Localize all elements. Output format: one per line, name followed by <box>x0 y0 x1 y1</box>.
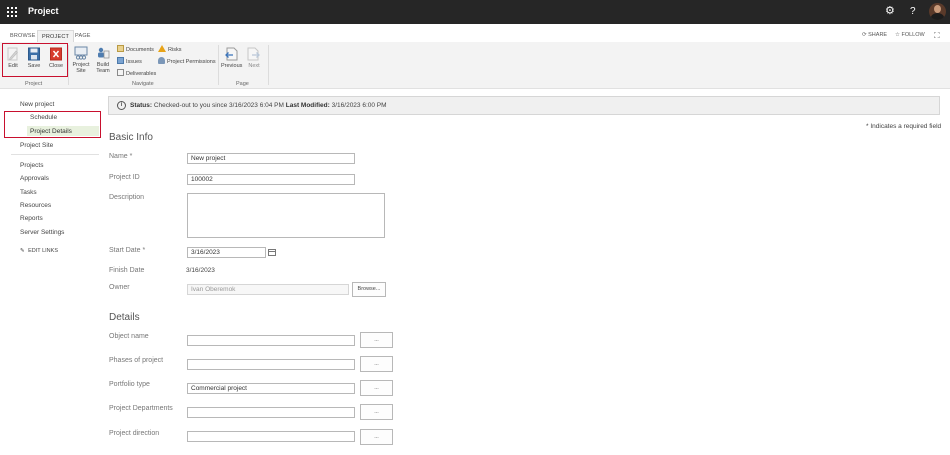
star-icon: ☆ <box>895 32 900 38</box>
build-team-icon <box>98 47 110 59</box>
description-textarea[interactable] <box>187 193 385 238</box>
nav-project-site[interactable]: Project Site <box>20 142 53 149</box>
phases-label: Phases of project <box>109 357 164 364</box>
nav-divider <box>11 154 99 155</box>
name-label: Name * <box>109 153 133 160</box>
status-bar: i Status: Checked-out to you since 3/16/… <box>108 96 940 115</box>
direction-label: Project direction <box>109 430 160 437</box>
nav-approvals[interactable]: Approvals <box>20 175 49 182</box>
start-date-label: Start Date * <box>109 247 146 254</box>
pencil-icon: ✎ <box>20 248 25 254</box>
portfolio-type-input[interactable]: Commercial project <box>187 383 355 394</box>
nav-reports[interactable]: Reports <box>20 215 43 222</box>
gear-icon[interactable]: ⚙ <box>885 6 895 17</box>
finish-date-label: Finish Date <box>109 267 145 274</box>
issues-button[interactable]: Issues <box>117 57 142 65</box>
description-label: Description <box>109 194 145 201</box>
highlight-frame-nav <box>4 111 101 138</box>
portfolio-type-label: Portfolio type <box>109 381 150 388</box>
object-name-label: Object name <box>109 333 149 340</box>
browse-button[interactable]: Browse... <box>352 282 386 297</box>
departments-picker-button[interactable]: ... <box>360 404 393 420</box>
tab-page[interactable]: PAGE <box>71 30 95 42</box>
object-name-picker-button[interactable]: ... <box>360 332 393 348</box>
ribbon-separator <box>68 45 69 85</box>
page-group-label: Page <box>236 81 249 87</box>
risks-button[interactable]: Risks <box>158 45 181 53</box>
warning-icon <box>158 45 166 52</box>
project-group-label: Project <box>25 81 43 87</box>
departments-input[interactable] <box>187 407 355 418</box>
ribbon-separator <box>268 45 269 85</box>
owner-input[interactable]: Ivan Oberemok <box>187 284 349 295</box>
tab-project[interactable]: PROJECT <box>37 30 75 42</box>
project-permissions-button[interactable]: Project Permissions <box>158 57 216 65</box>
help-icon[interactable]: ? <box>910 6 916 17</box>
next-button[interactable]: Next <box>246 47 262 69</box>
basic-info-heading: Basic Info <box>109 132 153 143</box>
direction-picker-button[interactable]: ... <box>360 429 393 445</box>
issues-icon <box>117 57 124 64</box>
finish-date-value: 3/16/2023 <box>186 267 215 274</box>
focus-on-content-icon[interactable]: ⛶ <box>934 31 940 41</box>
nav-server-settings[interactable]: Server Settings <box>20 229 64 236</box>
suite-title[interactable]: Project <box>28 6 59 16</box>
edit-links-button[interactable]: ✎ EDIT LINKS <box>20 248 58 254</box>
app-launcher-icon[interactable] <box>7 7 17 17</box>
status-text: Status: Checked-out to you since 3/16/20… <box>130 102 387 109</box>
previous-page-icon <box>225 47 238 61</box>
highlight-frame-ribbon <box>2 43 68 77</box>
nav-tasks[interactable]: Tasks <box>20 189 37 196</box>
ribbon-tabs: BROWSE PROJECT PAGE <box>0 30 950 42</box>
nav-new-project[interactable]: New project <box>20 101 54 108</box>
departments-label: Project Departments <box>109 405 173 412</box>
phases-input[interactable] <box>187 359 355 370</box>
project-site-icon <box>74 46 88 60</box>
share-button[interactable]: ⟳ SHARE <box>862 32 887 38</box>
suite-bar: Project ⚙ ? <box>0 0 950 24</box>
previous-button[interactable]: Previous <box>221 47 242 69</box>
direction-input[interactable] <box>187 431 355 442</box>
phases-picker-button[interactable]: ... <box>360 356 393 372</box>
permissions-icon <box>158 57 165 64</box>
details-heading: Details <box>109 312 140 323</box>
owner-label: Owner <box>109 284 130 291</box>
tab-browse[interactable]: BROWSE <box>6 30 40 42</box>
build-team-button[interactable]: Build Team <box>94 46 112 74</box>
name-input[interactable]: New project <box>187 153 355 164</box>
project-id-label: Project ID <box>109 174 140 181</box>
deliverables-button[interactable]: Deliverables <box>117 69 156 77</box>
navigate-group-label: Navigate <box>132 81 154 87</box>
documents-icon <box>117 45 124 52</box>
nav-projects[interactable]: Projects <box>20 162 43 169</box>
avatar[interactable] <box>929 3 946 20</box>
required-field-note: * Indicates a required field <box>866 123 942 130</box>
next-page-icon <box>247 47 260 61</box>
documents-button[interactable]: Documents <box>117 45 154 53</box>
portfolio-type-picker-button[interactable]: ... <box>360 380 393 396</box>
deliverables-icon <box>117 69 124 76</box>
share-icon: ⟳ <box>862 32 867 38</box>
project-site-button[interactable]: Project Site <box>72 46 90 74</box>
nav-resources[interactable]: Resources <box>20 202 51 209</box>
info-icon: i <box>117 101 126 110</box>
start-date-input[interactable]: 3/16/2023 <box>187 247 266 258</box>
ribbon-separator <box>218 45 219 85</box>
follow-button[interactable]: ☆ FOLLOW <box>895 32 925 38</box>
project-id-input[interactable]: 100002 <box>187 174 355 185</box>
calendar-icon[interactable] <box>268 249 276 256</box>
object-name-input[interactable] <box>187 335 355 346</box>
ribbon: Edit Save Close Project Project Site Bui… <box>0 42 950 89</box>
